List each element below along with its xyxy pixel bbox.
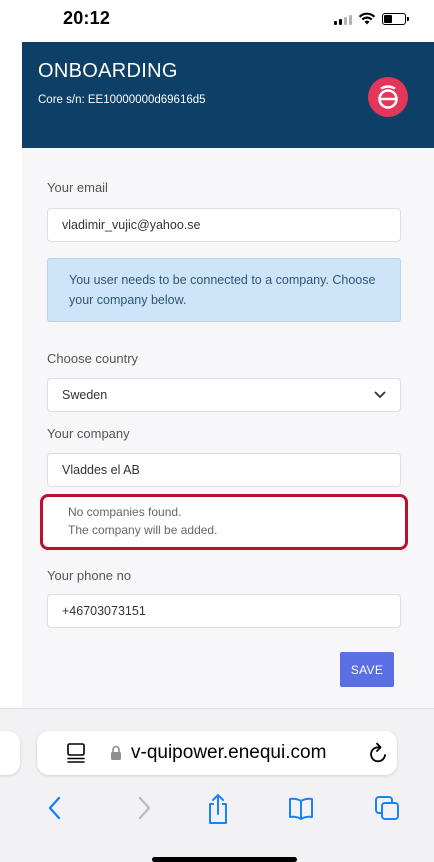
- browser-toolbar: [0, 793, 434, 829]
- email-field[interactable]: vladimir_vujic@yahoo.se: [47, 208, 401, 242]
- reload-icon[interactable]: [368, 741, 390, 765]
- back-icon[interactable]: [44, 793, 66, 823]
- country-select[interactable]: Sweden: [47, 378, 401, 412]
- status-time: 20:12: [63, 8, 111, 28]
- page-title: ONBOARDING: [38, 60, 178, 82]
- onboarding-form: Your email vladimir_vujic@yahoo.se You u…: [22, 148, 434, 708]
- email-label: Your email: [47, 180, 108, 195]
- core-serial-number: Core s/n: EE10000000d69616d5: [38, 94, 206, 106]
- country-label: Choose country: [47, 351, 139, 366]
- browser-bottom-bar: v-quipower.enequi.com: [0, 708, 434, 862]
- chevron-down-icon: [374, 391, 386, 399]
- notice-line-1: No companies found.: [68, 505, 182, 519]
- phone-field[interactable]: +46703073151: [47, 594, 401, 628]
- battery-icon: [382, 12, 409, 25]
- company-label: Your company: [47, 426, 130, 441]
- wifi-icon: [358, 12, 376, 25]
- bookmarks-icon[interactable]: [286, 793, 316, 823]
- app-logo: [368, 77, 408, 117]
- app-header: ONBOARDING Core s/n: EE10000000d69616d5: [22, 42, 434, 148]
- battery-level: [384, 14, 392, 23]
- company-field[interactable]: Vladdes el AB: [47, 453, 401, 487]
- status-bar: 20:12: [0, 0, 434, 40]
- info-message: You user needs to be connected to a comp…: [47, 258, 401, 322]
- status-icons: [334, 12, 409, 25]
- reader-icon[interactable]: [65, 742, 87, 764]
- notice-line-2: The company will be added.: [68, 523, 218, 537]
- home-indicator: [152, 857, 297, 862]
- droplet-logo-icon: [378, 85, 398, 109]
- forward-icon[interactable]: [133, 793, 155, 823]
- address-bar[interactable]: v-quipower.enequi.com: [37, 731, 397, 775]
- phone-label: Your phone no: [47, 568, 132, 583]
- tabs-icon[interactable]: [373, 793, 401, 823]
- signal-icon: [334, 13, 352, 25]
- save-button[interactable]: SAVE: [340, 652, 394, 687]
- previous-tab-pill[interactable]: [0, 731, 20, 775]
- url-text: v-quipower.enequi.com: [131, 742, 327, 763]
- share-icon[interactable]: [205, 793, 231, 825]
- lock-icon: [111, 745, 121, 760]
- country-value: Sweden: [62, 388, 108, 402]
- no-companies-notice: No companies found. The company will be …: [40, 494, 408, 550]
